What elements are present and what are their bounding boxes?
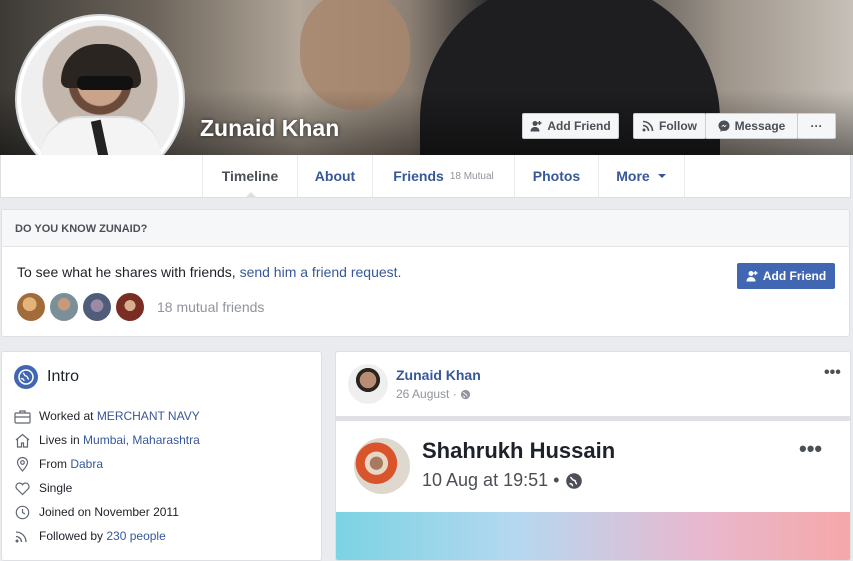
message-button[interactable]: Message — [705, 113, 798, 139]
tab-photos[interactable]: Photos — [514, 155, 598, 197]
shared-date-text: 10 Aug at 19:51 • — [422, 470, 560, 490]
clock-icon — [15, 505, 30, 519]
tab-friends[interactable]: Friends 18 Mutual — [372, 155, 514, 197]
intro-relationship-row: Single — [14, 479, 72, 497]
more-options-icon: ··· — [810, 119, 823, 133]
know-panel-message: To see what he shares with friends, — [17, 264, 240, 280]
add-friend-button[interactable]: Add Friend — [522, 113, 619, 139]
tab-timeline-label: Timeline — [221, 168, 279, 184]
mutual-friend-avatar[interactable] — [81, 291, 113, 323]
intro-joined-row: Joined on November 2011 — [14, 503, 179, 521]
shared-author-avatar[interactable] — [354, 438, 410, 494]
post-date-text: 26 August · — [396, 387, 457, 401]
intro-lives-text: Lives in Mumbai, Maharashtra — [39, 433, 200, 447]
intro-from-text: From Dabra — [39, 457, 103, 471]
mutual-friend-avatar[interactable] — [15, 291, 47, 323]
tab-friends-label: Friends — [393, 168, 444, 184]
shared-post-options-icon[interactable]: ••• — [799, 436, 822, 462]
tab-photos-label: Photos — [532, 168, 581, 184]
mutual-friends-count[interactable]: 18 mutual friends — [157, 299, 264, 315]
add-friend-primary-label: Add Friend — [762, 269, 827, 283]
profile-nav-bar: Timeline About Friends 18 Mutual Photos … — [0, 155, 851, 198]
post-timestamp[interactable]: 26 August · — [396, 387, 471, 401]
intro-lives-link[interactable]: Mumbai, Maharashtra — [83, 433, 200, 447]
intro-followers-prefix: Followed by — [39, 529, 107, 543]
post-options-icon[interactable]: ••• — [824, 364, 841, 382]
location-pin-icon — [16, 456, 29, 472]
intro-title: Intro — [47, 368, 80, 385]
profile-name[interactable]: Zunaid Khan — [200, 115, 339, 142]
follow-button[interactable]: Follow — [633, 113, 706, 139]
intro-card: Intro Worked at MERCHANT NAVY Lives in M… — [1, 351, 322, 561]
add-friend-label: Add Friend — [547, 119, 611, 133]
tab-timeline[interactable]: Timeline — [202, 155, 297, 198]
add-friend-icon — [530, 121, 542, 132]
intro-relationship-text: Single — [39, 481, 73, 495]
tab-more-label: More — [616, 168, 650, 184]
more-options-button[interactable]: ··· — [797, 113, 836, 139]
tab-friends-count: 18 Mutual — [449, 170, 494, 182]
mutual-friends-row: 18 mutual friends — [15, 291, 264, 323]
post-author-name[interactable]: Zunaid Khan — [396, 367, 481, 383]
briefcase-icon — [14, 409, 31, 424]
intro-lives-prefix: Lives in — [39, 433, 84, 447]
intro-joined-text: Joined on November 2011 — [39, 505, 179, 519]
messenger-icon — [718, 120, 730, 132]
add-friend-primary-button[interactable]: Add Friend — [737, 263, 835, 289]
intro-work-link[interactable]: MERCHANT NAVY — [97, 409, 200, 423]
intro-from-link[interactable]: Dabra — [70, 457, 103, 471]
tab-more[interactable]: More — [598, 155, 685, 197]
shared-post-timestamp[interactable]: 10 Aug at 19:51 • — [422, 470, 583, 491]
intro-followers-link[interactable]: 230 people — [106, 529, 165, 543]
globe-icon — [566, 472, 583, 489]
intro-from-row: From Dabra — [14, 455, 103, 473]
friend-request-link[interactable]: send him a friend request. — [240, 264, 402, 280]
know-panel-text: To see what he shares with friends, send… — [17, 264, 401, 280]
shared-post-divider — [336, 416, 850, 421]
tab-about-label: About — [314, 168, 356, 184]
intro-followers-text: Followed by 230 people — [39, 529, 166, 543]
mutual-friend-avatar[interactable] — [114, 291, 146, 323]
intro-work-prefix: Worked at — [39, 409, 97, 423]
globe-icon — [460, 389, 470, 399]
post-card: Zunaid Khan 26 August · ••• Shahrukh Hus… — [335, 351, 851, 561]
shared-author-name[interactable]: Shahrukh Hussain — [422, 438, 615, 464]
shared-post-image[interactable] — [336, 512, 850, 560]
tab-about[interactable]: About — [297, 155, 372, 197]
heart-icon — [15, 482, 30, 495]
intro-from-prefix: From — [39, 457, 71, 471]
intro-lives-row: Lives in Mumbai, Maharashtra — [14, 431, 200, 449]
intro-work-text: Worked at MERCHANT NAVY — [39, 409, 200, 423]
rss-icon — [642, 120, 654, 132]
intro-followers-row: Followed by 230 people — [14, 527, 166, 545]
home-icon — [15, 433, 30, 448]
follow-label: Follow — [659, 119, 697, 133]
post-author-avatar[interactable] — [348, 364, 388, 404]
globe-icon — [14, 365, 38, 389]
add-friend-icon — [746, 271, 758, 282]
chevron-down-icon — [657, 174, 666, 178]
intro-work-row: Worked at MERCHANT NAVY — [14, 407, 200, 425]
rss-icon — [15, 530, 27, 542]
know-panel-heading: DO YOU KNOW ZUNAID? — [2, 210, 849, 247]
mutual-friend-avatar[interactable] — [48, 291, 80, 323]
message-label: Message — [734, 119, 786, 133]
profile-picture-glasses — [77, 76, 133, 90]
